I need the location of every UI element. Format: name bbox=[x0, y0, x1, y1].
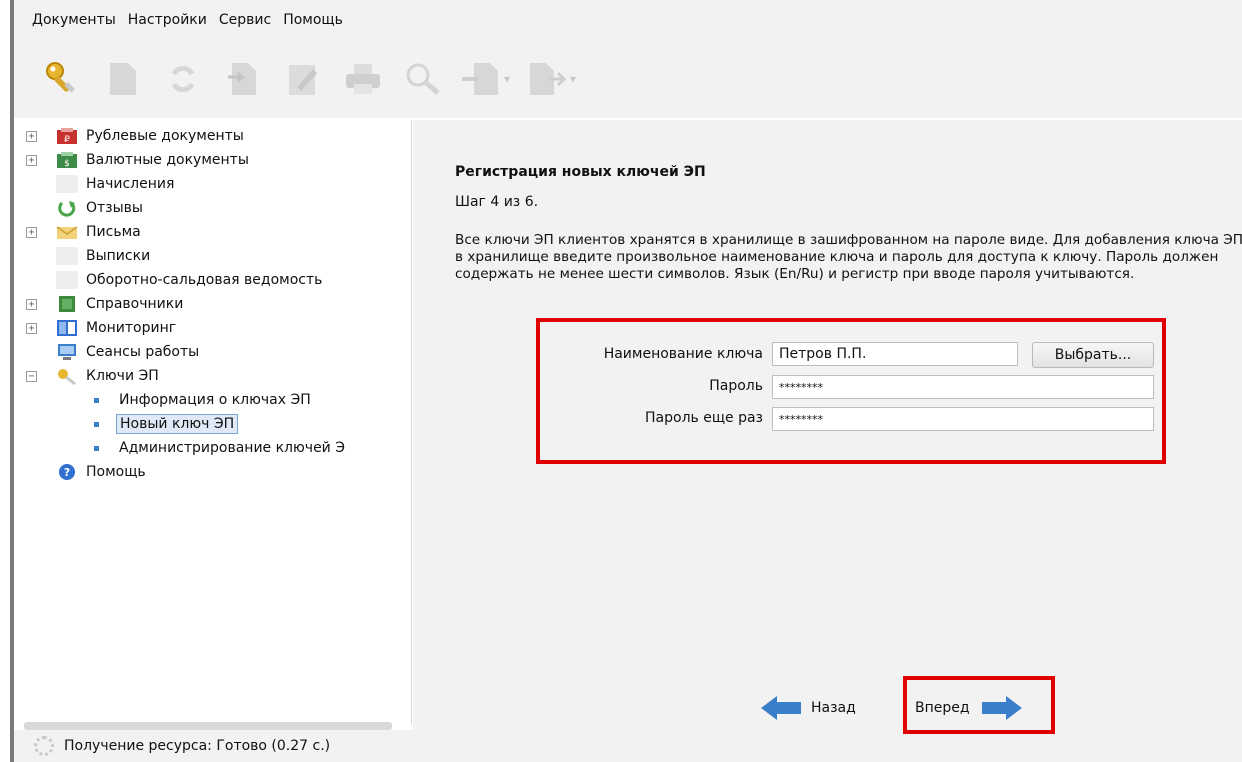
key-icon bbox=[46, 62, 75, 93]
forward-dropdown[interactable]: ▾ bbox=[528, 61, 576, 97]
statements-icon bbox=[56, 247, 78, 265]
export-dropdown[interactable]: ▾ bbox=[462, 61, 510, 97]
menu-documents[interactable]: Документы bbox=[32, 12, 116, 28]
expand-toggle[interactable]: + bbox=[26, 322, 37, 334]
accruals-icon bbox=[56, 175, 78, 193]
status-text: Получение ресурса: Готово (0.27 с.) bbox=[64, 738, 331, 754]
collapse-toggle[interactable]: − bbox=[26, 370, 37, 382]
status-bar: Получение ресурса: Готово (0.27 с.) bbox=[14, 730, 414, 762]
password-repeat-label: Пароль еще раз bbox=[645, 410, 763, 426]
import-icon bbox=[228, 63, 256, 95]
refresh-button[interactable] bbox=[162, 58, 204, 100]
wizard-description: Все ключи ЭП клиентов хранятся в хранили… bbox=[455, 232, 1242, 282]
menu-service[interactable]: Сервис bbox=[219, 12, 271, 28]
import-button[interactable] bbox=[222, 58, 264, 100]
wizard-step: Шаг 4 из 6. bbox=[455, 194, 539, 210]
toolbar: ▾ ▾ bbox=[14, 40, 1242, 118]
wizard-panel: Регистрация новых ключей ЭП Шаг 4 из 6. … bbox=[413, 120, 1242, 762]
keys-icon bbox=[58, 369, 76, 385]
next-label: Вперед bbox=[915, 700, 970, 716]
svg-text:$: $ bbox=[64, 159, 70, 169]
document-icon bbox=[110, 63, 136, 95]
wizard-title: Регистрация новых ключей ЭП bbox=[455, 164, 706, 180]
edit-icon bbox=[289, 65, 317, 95]
expand-toggle[interactable]: + bbox=[26, 298, 37, 310]
arrow-right-icon bbox=[981, 696, 1022, 720]
print-icon bbox=[346, 64, 380, 94]
letters-icon bbox=[56, 226, 78, 239]
menu-help[interactable]: Помощь bbox=[283, 12, 343, 28]
recall-icon bbox=[58, 201, 76, 217]
ruble-docs-icon: ₽ bbox=[57, 128, 77, 145]
sessions-icon bbox=[58, 344, 76, 360]
expand-toggle[interactable]: + bbox=[26, 226, 37, 238]
key-button[interactable] bbox=[42, 58, 84, 100]
chevron-down-icon: ▾ bbox=[504, 72, 511, 86]
choose-button[interactable]: Выбрать... bbox=[1032, 342, 1154, 368]
directories-icon bbox=[59, 296, 75, 312]
app-window: Документы Настройки Сервис Помощь ▾ ▾ + … bbox=[10, 0, 1242, 762]
password-repeat-input[interactable] bbox=[772, 407, 1154, 431]
back-label: Назад bbox=[811, 700, 856, 716]
loading-spinner-icon bbox=[34, 736, 54, 756]
monitoring-icon bbox=[57, 320, 77, 336]
key-name-input[interactable] bbox=[772, 342, 1018, 366]
forward-dropdown-icon bbox=[530, 63, 567, 95]
arrow-left-icon bbox=[761, 696, 801, 720]
key-name-label: Наименование ключа bbox=[603, 346, 763, 362]
bullet-icon bbox=[94, 445, 99, 451]
back-button[interactable]: Назад bbox=[759, 694, 856, 722]
expand-toggle[interactable]: + bbox=[26, 154, 37, 166]
password-label: Пароль bbox=[709, 378, 763, 394]
currency-docs-icon: $ bbox=[57, 152, 77, 169]
password-input[interactable] bbox=[772, 375, 1154, 399]
refresh-icon bbox=[171, 65, 195, 93]
sidebar-scrollbar[interactable] bbox=[24, 722, 392, 730]
export-dropdown-icon bbox=[462, 63, 498, 95]
svg-text:₽: ₽ bbox=[64, 135, 70, 145]
menu-settings[interactable]: Настройки bbox=[128, 12, 207, 28]
bullet-icon bbox=[94, 397, 99, 403]
chevron-down-icon: ▾ bbox=[570, 72, 577, 86]
next-button[interactable]: Вперед bbox=[915, 694, 1024, 722]
help-icon: ? bbox=[59, 464, 75, 480]
bullet-icon bbox=[94, 421, 99, 427]
balance-sheet-icon bbox=[56, 271, 78, 289]
print-button[interactable] bbox=[342, 58, 384, 100]
expand-toggle[interactable]: + bbox=[26, 130, 37, 142]
search-button[interactable] bbox=[402, 58, 444, 100]
svg-text:?: ? bbox=[64, 466, 70, 479]
navigation-tree: + ₽ Рублевые документы + $ Валютные доку… bbox=[14, 120, 412, 724]
search-icon bbox=[406, 63, 440, 95]
new-document-button[interactable] bbox=[102, 58, 144, 100]
edit-button[interactable] bbox=[282, 58, 324, 100]
menu-bar: Документы Настройки Сервис Помощь bbox=[14, 0, 1242, 40]
